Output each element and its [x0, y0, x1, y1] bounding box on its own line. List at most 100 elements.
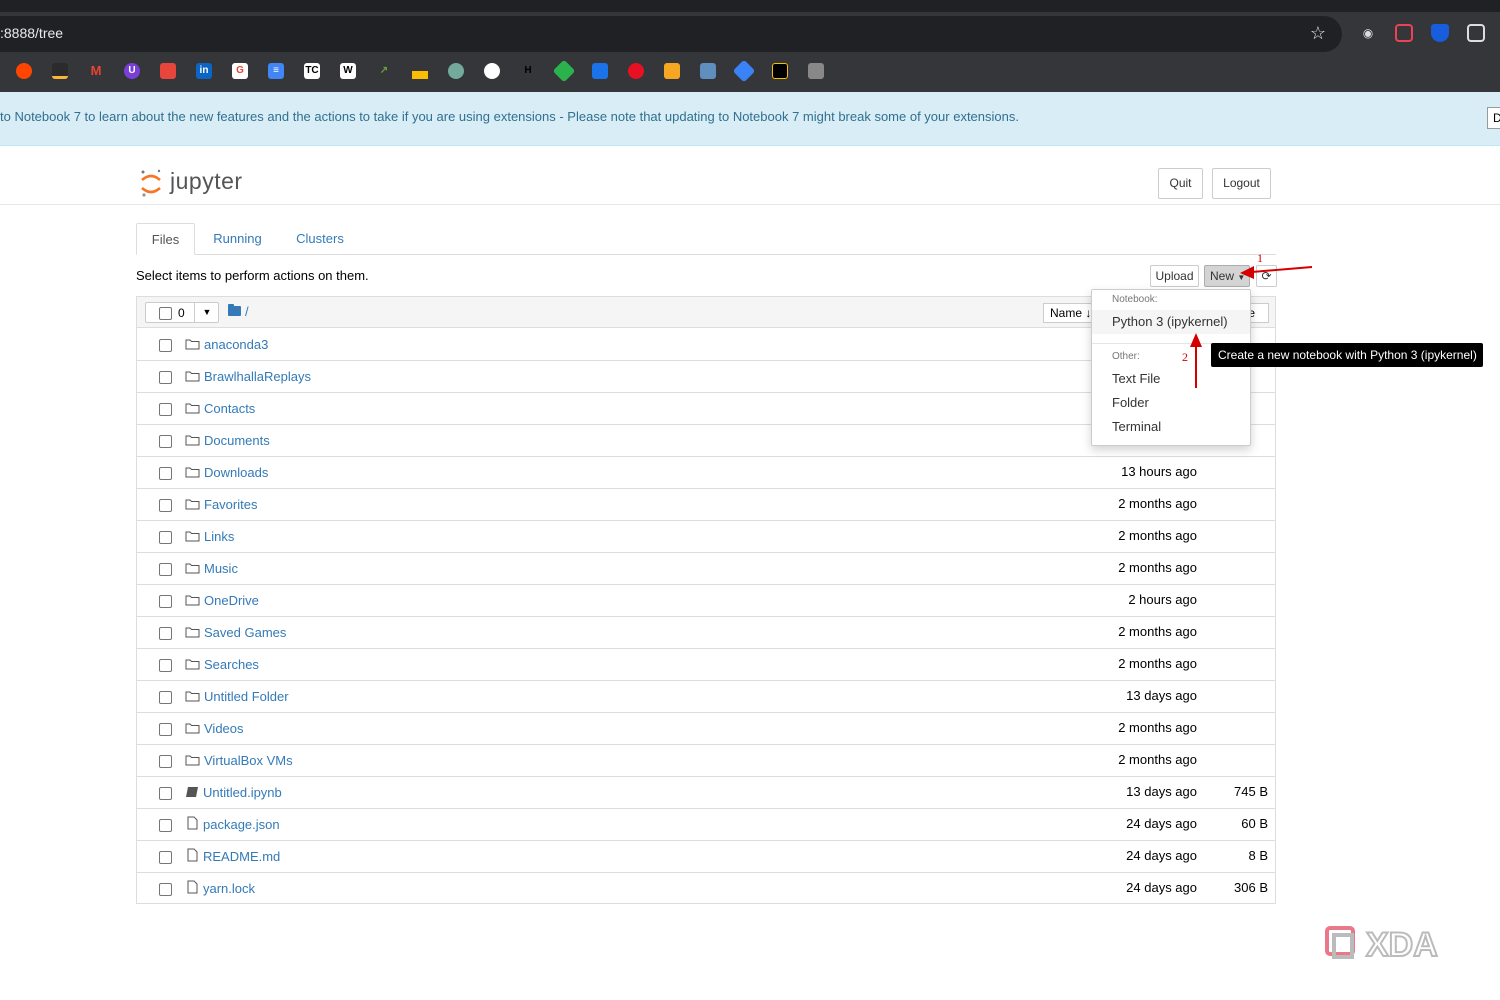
- h-icon[interactable]: H: [520, 63, 536, 79]
- file-row[interactable]: yarn.lock 24 days ago 306 B: [137, 873, 1275, 905]
- file-name-link[interactable]: Links: [204, 529, 234, 544]
- file-name-link[interactable]: Videos: [204, 721, 244, 736]
- file-row[interactable]: Links 2 months ago: [137, 521, 1275, 553]
- pocket-ext-icon[interactable]: [1395, 24, 1413, 42]
- file-name-link[interactable]: Saved Games: [204, 625, 286, 640]
- file-name-link[interactable]: Favorites: [204, 497, 257, 512]
- row-checkbox[interactable]: [159, 339, 172, 352]
- row-checkbox[interactable]: [159, 435, 172, 448]
- tradingview-icon[interactable]: [772, 63, 788, 79]
- gear-ext-icon[interactable]: [484, 63, 500, 79]
- file-name-link[interactable]: Untitled Folder: [204, 689, 289, 704]
- extensions-puzzle-icon[interactable]: [1467, 24, 1485, 42]
- google-icon[interactable]: G: [232, 63, 248, 79]
- file-row[interactable]: Videos 2 months ago: [137, 713, 1275, 745]
- breadcrumb[interactable]: /: [245, 304, 249, 319]
- file-row[interactable]: Searches 2 months ago: [137, 649, 1275, 681]
- row-checkbox[interactable]: [159, 499, 172, 512]
- select-dropdown-caret-icon[interactable]: ▼: [194, 302, 219, 323]
- tab-files[interactable]: Files: [136, 223, 195, 255]
- new-button[interactable]: New ▼: [1204, 265, 1250, 287]
- file-row[interactable]: Untitled Folder 13 days ago: [137, 681, 1275, 713]
- tab-running[interactable]: Running: [201, 223, 274, 255]
- row-checkbox[interactable]: [159, 467, 172, 480]
- row-checkbox[interactable]: [159, 531, 172, 544]
- row-checkbox[interactable]: [159, 851, 172, 864]
- row-checkbox[interactable]: [159, 819, 172, 832]
- sheet-icon[interactable]: [700, 63, 716, 79]
- file-name-link[interactable]: anaconda3: [204, 337, 268, 352]
- quit-button[interactable]: Quit: [1158, 168, 1203, 199]
- upload-button[interactable]: Upload: [1150, 265, 1199, 287]
- row-checkbox[interactable]: [159, 723, 172, 736]
- file-name-link[interactable]: OneDrive: [204, 593, 259, 608]
- file-name-link[interactable]: Downloads: [204, 465, 268, 480]
- address-url[interactable]: :8888/tree: [0, 25, 63, 41]
- gmail-icon[interactable]: M: [88, 63, 104, 79]
- logout-button[interactable]: Logout: [1212, 168, 1271, 199]
- reddit-icon[interactable]: [16, 63, 32, 79]
- notice-dismiss-button[interactable]: D: [1487, 107, 1500, 129]
- jupyter-logo-text[interactable]: jupyter: [170, 168, 243, 195]
- menu-item-text-file[interactable]: Text File: [1092, 367, 1250, 391]
- store-icon[interactable]: [160, 63, 176, 79]
- arrow-ext-icon[interactable]: ↗: [376, 63, 392, 79]
- row-checkbox[interactable]: [159, 595, 172, 608]
- file-name-link[interactable]: Documents: [204, 433, 270, 448]
- bitwarden-ext-icon[interactable]: [1431, 24, 1449, 42]
- file-name-link[interactable]: BrawlhallaReplays: [204, 369, 311, 384]
- chat-icon[interactable]: [592, 63, 608, 79]
- drive-icon[interactable]: [412, 63, 428, 79]
- app-icon[interactable]: U: [124, 63, 140, 79]
- menu-item-python3[interactable]: Python 3 (ipykernel): [1092, 310, 1250, 334]
- row-checkbox[interactable]: [159, 787, 172, 800]
- file-row[interactable]: OneDrive 2 hours ago: [137, 585, 1275, 617]
- stack-icon[interactable]: [808, 63, 824, 79]
- row-checkbox[interactable]: [159, 563, 172, 576]
- file-name-link[interactable]: Searches: [204, 657, 259, 672]
- file-row[interactable]: Untitled.ipynb 13 days ago 745 B: [137, 777, 1275, 809]
- file-name-link[interactable]: yarn.lock: [203, 881, 255, 896]
- tc-icon[interactable]: TC: [304, 63, 320, 79]
- file-row[interactable]: Saved Games 2 months ago: [137, 617, 1275, 649]
- file-row[interactable]: Downloads 13 hours ago: [137, 457, 1275, 489]
- select-all-checkbox[interactable]: [159, 307, 172, 320]
- file-row[interactable]: package.json 24 days ago 60 B: [137, 809, 1275, 841]
- linkedin-icon[interactable]: in: [196, 63, 212, 79]
- row-checkbox[interactable]: [159, 403, 172, 416]
- file-row[interactable]: README.md 24 days ago 8 B: [137, 841, 1275, 873]
- incognito-ext-icon[interactable]: ◉: [1359, 24, 1377, 42]
- file-name-link[interactable]: Music: [204, 561, 238, 576]
- box-icon[interactable]: [664, 63, 680, 79]
- docs-icon[interactable]: ≡: [268, 63, 284, 79]
- file-name-link[interactable]: Untitled.ipynb: [203, 785, 282, 800]
- tab-clusters[interactable]: Clusters: [284, 223, 356, 255]
- address-bar[interactable]: [0, 16, 1342, 52]
- row-checkbox[interactable]: [159, 371, 172, 384]
- refresh-icon[interactable]: ⟳: [1256, 265, 1277, 287]
- feedly-icon[interactable]: [552, 59, 576, 83]
- file-row[interactable]: Favorites 2 months ago: [137, 489, 1275, 521]
- row-checkbox[interactable]: [159, 691, 172, 704]
- file-name-link[interactable]: package.json: [203, 817, 280, 832]
- file-name-link[interactable]: VirtualBox VMs: [204, 753, 293, 768]
- select-all-group[interactable]: 0 ▼: [145, 302, 219, 323]
- row-checkbox[interactable]: [159, 659, 172, 672]
- file-row[interactable]: VirtualBox VMs 2 months ago: [137, 745, 1275, 777]
- circle-icon[interactable]: [628, 63, 644, 79]
- row-checkbox[interactable]: [159, 627, 172, 640]
- file-name-link[interactable]: README.md: [203, 849, 280, 864]
- row-checkbox[interactable]: [159, 883, 172, 896]
- bookmark-star-icon[interactable]: ☆: [1308, 23, 1328, 43]
- jupyter-logo-icon[interactable]: [139, 168, 163, 198]
- gem-icon[interactable]: [732, 59, 756, 83]
- file-row[interactable]: Music 2 months ago: [137, 553, 1275, 585]
- file-name-link[interactable]: Contacts: [204, 401, 255, 416]
- chart-icon[interactable]: [52, 63, 68, 79]
- folder-breadcrumb-icon[interactable]: [228, 304, 241, 316]
- menu-item-terminal[interactable]: Terminal: [1092, 415, 1250, 439]
- menu-item-folder[interactable]: Folder: [1092, 391, 1250, 415]
- wiki-icon[interactable]: W: [340, 63, 356, 79]
- chatgpt-icon[interactable]: [448, 63, 464, 79]
- row-checkbox[interactable]: [159, 755, 172, 768]
